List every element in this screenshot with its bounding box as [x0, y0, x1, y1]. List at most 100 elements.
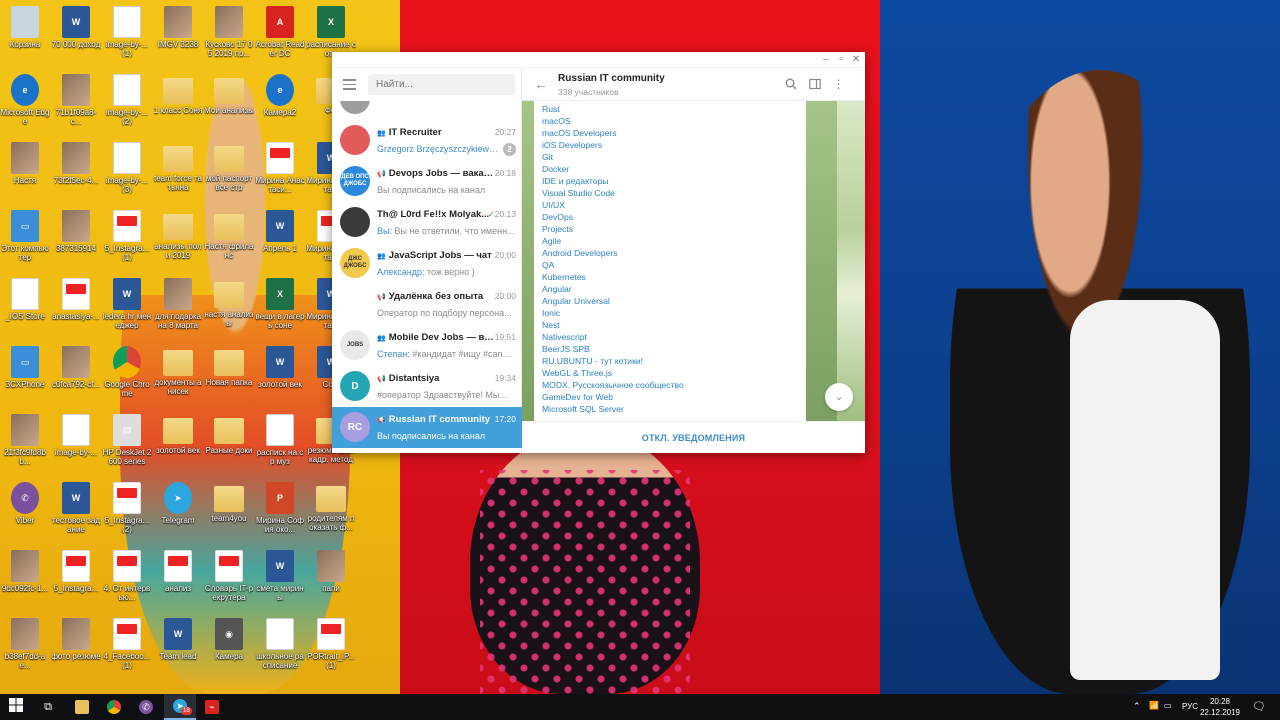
desktop-icon[interactable]: золотой век [153, 414, 203, 464]
message-link[interactable]: Visual Studio Code [542, 187, 806, 199]
message-link[interactable]: Kubernetes [542, 271, 806, 283]
desktop-icon[interactable]: школьное расписание [255, 618, 305, 670]
message-area[interactable]: Rust macOS macOS Developers iOS Developers G… [522, 101, 865, 421]
notifications-icon[interactable]: 🗨 [1252, 700, 1266, 713]
message-link[interactable]: Rust [542, 103, 806, 115]
desktop-icon[interactable]: 5_Instagra... (2) [102, 482, 152, 534]
desktop-icon[interactable]: e Камера2 [255, 74, 305, 126]
desktop-icon[interactable]: 21f3fc9fd8bb... [0, 414, 50, 466]
search-input[interactable] [368, 74, 515, 95]
desktop-icon[interactable]: 4. От интервью... [102, 550, 152, 602]
desktop-icon[interactable]: W 70 000 доход [51, 6, 101, 58]
message-link[interactable]: IDE и редакторы [542, 175, 806, 187]
chat-list-item[interactable]: 📢 Удалёнка без опыта 20:00 Оператор по подб… [332, 284, 522, 325]
close-icon[interactable]: ✕ [849, 53, 863, 67]
desktop-icon[interactable]: P Мирина София око... [255, 482, 305, 534]
message-link[interactable]: iOS Developers [542, 139, 806, 151]
message-link[interactable]: Agile [542, 235, 806, 247]
minimize-icon[interactable]: – [819, 53, 833, 67]
maximize-icon[interactable]: ▫ [834, 53, 848, 67]
message-link[interactable]: Nativescript [542, 331, 806, 343]
taskbar-telegram[interactable]: ➤ 18 [164, 694, 196, 720]
desktop-icon[interactable]: 71b1f09a8-c... [51, 74, 101, 126]
message-link[interactable]: GameDev for Web [542, 391, 806, 403]
message-link[interactable]: macOS [542, 115, 806, 127]
desktop-icon[interactable]: 4_Faceboo... (1) [102, 618, 152, 670]
message-link[interactable]: QA [542, 259, 806, 271]
message-link[interactable]: Android Developers [542, 247, 806, 259]
desktop-icon[interactable]: Словарь IT-рекрутера [204, 550, 254, 602]
system-clock[interactable]: 20:28 22.12.2019 [1194, 696, 1246, 718]
desktop-icon[interactable]: image-by-... [51, 414, 101, 466]
desktop-icon[interactable]: 73f2f5ec-4... [51, 142, 101, 194]
desktop-icon[interactable]: настя анализы [204, 278, 254, 328]
desktop-icon[interactable]: мой паспорт все стр [204, 142, 254, 192]
more-options-icon[interactable]: ⋮ [832, 78, 845, 91]
channel-title[interactable]: Russian IT community [558, 73, 665, 84]
desktop-icon[interactable]: e Microsoft Edge [0, 74, 50, 126]
desktop-icon[interactable]: anastasiya-... [51, 278, 101, 330]
desktop-icon[interactable]: 9dc092fc-1... [0, 550, 50, 602]
chat-list-item[interactable]: Kei: self.tabBarController?.tabBar... [332, 101, 522, 120]
desktop-icon[interactable]: ➤ Telegram [153, 482, 203, 534]
desktop-icon[interactable]: папи [306, 550, 356, 602]
message-link[interactable]: Nest [542, 319, 806, 331]
desktop-icon[interactable]: анализы поли 2019 [153, 210, 203, 260]
desktop-icon[interactable]: Настя [0, 142, 50, 194]
desktop-icon[interactable]: родителям показать ф... [306, 482, 356, 532]
desktop-icon[interactable]: 387315914 [51, 210, 101, 262]
chat-list-item[interactable]: JOBS 👥 Mobile Dev Jobs — ва... 19:51 Степан:… [332, 325, 522, 366]
message-link[interactable]: WebGL & Three.js [542, 367, 806, 379]
hamburger-menu-icon[interactable] [343, 79, 356, 90]
chat-list-item[interactable]: 👥 IT Recruiter 20:27 Grzegorz Brzęczyszczyk… [332, 120, 522, 161]
desktop-icon[interactable]: PORtrait_iP... (1) [306, 618, 356, 670]
desktop-icon[interactable]: W Team lead [153, 618, 203, 670]
desktop-icon[interactable]: IMGV 3238 [153, 6, 203, 58]
taskbar-viber[interactable]: ✆ [130, 694, 162, 720]
task-view-button[interactable]: ⧉ [32, 694, 64, 720]
desktop-icon[interactable]: ◉ Камера [204, 618, 254, 670]
desktop-icon[interactable]: расписк на ср муз [255, 414, 305, 466]
desktop-icon[interactable]: Wledera hr менеджер [102, 278, 152, 330]
desktop-icon[interactable]: Мои анализы [204, 74, 254, 124]
desktop-icon[interactable]: image-by-... (3) [102, 142, 152, 194]
desktop-icon[interactable]: b38ef7dd-ae... [0, 618, 50, 670]
desktop-icon[interactable]: Новая папка [204, 346, 254, 396]
desktop-icon[interactable]: анализ [153, 550, 203, 602]
desktop-icon[interactable]: ▤ HP DeskJet 2600 series [102, 414, 152, 466]
desktop-icon[interactable]: 5_Instagra... (1) [102, 210, 152, 262]
desktop-icon[interactable]: документы анисек [153, 346, 203, 396]
message-link[interactable]: MODX. Русскоязычное сообщество [542, 379, 806, 391]
message-link[interactable]: DevOps [542, 211, 806, 223]
scroll-down-button[interactable]: ⌄ [825, 383, 853, 411]
message-link[interactable]: Projects [542, 223, 806, 235]
desktop-icon[interactable]: team4you [204, 482, 254, 532]
desktop-icon[interactable]: Wтестовое задание [51, 482, 101, 534]
taskbar-acrobat[interactable]: ⌁ [196, 694, 228, 720]
desktop-icon[interactable]: ✆ Viber [0, 482, 50, 534]
chat-list-item[interactable]: RC 📢 Russian IT community 17:20 Вы подписали… [332, 407, 522, 448]
desktop-icon[interactable]: 5_Instagra... [51, 550, 101, 602]
taskbar-explorer[interactable] [66, 694, 98, 720]
desktop-icon[interactable]: Wсмета мирины [255, 550, 305, 602]
window-titlebar[interactable]: – ▫ ✕ [332, 52, 865, 68]
desktop-icon[interactable]: ▭ Этот компьютер [0, 210, 50, 262]
chat-list-item[interactable]: ДЖС ДЖОБС 👥 JavaScript Jobs — чат 20:00 Алек… [332, 243, 522, 284]
desktop-icon[interactable]: Wзолотой век [255, 346, 305, 398]
desktop-icon[interactable]: team force татьяна [153, 142, 203, 192]
desktop-icon[interactable]: Xвещи в лагерь соне [255, 278, 305, 330]
desktop-icon[interactable]: для подарка на 8 марта [153, 278, 203, 330]
desktop-icon[interactable]: фото резюме [51, 618, 101, 670]
chat-list-item[interactable]: D 📢 Distantsiya 19:34 #оператор Здравствуйте… [332, 366, 522, 407]
desktop-icon[interactable]: Google Chrome [102, 346, 152, 398]
desktop-icon[interactable]: image-by-... (2) [102, 74, 152, 126]
message-link[interactable]: Angular Universal [542, 295, 806, 307]
network-icon[interactable]: 📶 [1149, 701, 1159, 710]
message-link[interactable]: Git [542, 151, 806, 163]
message-link[interactable]: UI/UX [542, 199, 806, 211]
desktop-icon[interactable]: image-by-... (1) [102, 6, 152, 58]
desktop-icon[interactable]: c0fca792-cf... [51, 346, 101, 398]
desktop-icon[interactable]: ▭ 3CXPhone [0, 346, 50, 398]
message-link[interactable]: Microsoft SQL Server [542, 403, 806, 415]
desktop-icon[interactable]: Разные доки [204, 414, 254, 464]
